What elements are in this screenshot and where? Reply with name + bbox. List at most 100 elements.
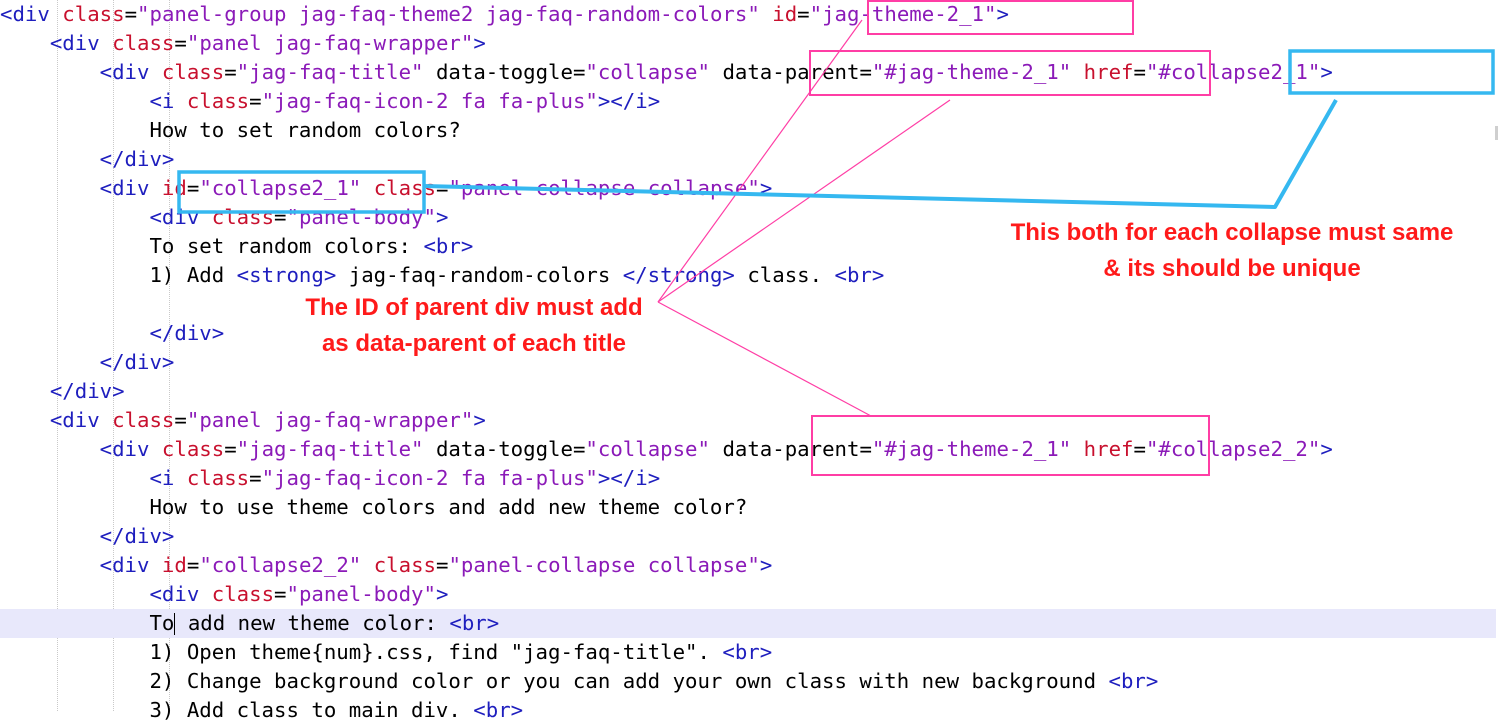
code-line[interactable]: To add new theme color: <br> [0,609,1496,638]
code-token: "panel jag-faq-wrapper" [186,31,474,55]
code-line[interactable]: <div class="panel-body"> [0,580,1496,609]
code-token: <br> [722,640,773,664]
annotation-note-unique: This both for each collapse must same & … [990,215,1474,287]
code-token: <div [99,553,162,577]
code-token: "jag-faq-title" [236,60,424,84]
code-line[interactable] [0,290,1496,319]
code-token: </div> [49,379,125,403]
code-token: class [373,176,436,200]
code-token: class [186,89,250,113]
code-token: class. [734,263,835,287]
code-line[interactable]: <div class="panel jag-faq-wrapper"> [0,29,1496,58]
code-token: <div [49,31,113,55]
code-token: > [473,408,486,432]
code-token: <div [149,582,212,606]
code-token: "#collapse2_2" [1145,437,1321,461]
code-token: 2) Change background color or you can ad… [0,669,1109,693]
code-token: 1) Open theme{num}.css, find "jag-faq-ti… [0,640,723,664]
code-token: class [186,466,250,490]
code-token: <div [49,408,113,432]
code-token: <br> [834,263,885,287]
code-token: <i [149,89,187,113]
code-token: "panel-collapse collapse" [448,176,760,200]
code-token: href [1083,437,1134,461]
code-token: data-toggle= [423,60,586,84]
code-line[interactable]: <div id="collapse2_1" class="panel-colla… [0,174,1496,203]
code-token: </div> [149,321,225,345]
code-token: <br> [449,611,500,635]
code-line[interactable]: <div class="panel jag-faq-wrapper"> [0,406,1496,435]
code-token: > [1320,60,1333,84]
code-token: </div> [99,524,175,548]
code-token: "jag-faq-icon-2 fa fa-plus" [261,466,598,490]
code-line[interactable]: <div class="panel-group jag-faq-theme2 j… [0,0,1496,29]
code-token: <div [0,2,63,26]
code-token: = [1133,437,1146,461]
code-token: 1) Add [0,263,237,287]
code-token: </div> [99,147,175,171]
code-token: id [772,2,798,26]
code-line[interactable]: <div id="collapse2_2" class="panel-colla… [0,551,1496,580]
code-token: = [224,60,237,84]
code-token: <br> [473,698,524,722]
code-editor[interactable]: <div class="panel-group jag-faq-theme2 j… [0,0,1499,722]
code-token: <div [99,60,162,84]
code-token: How to set random colors? [0,118,461,142]
code-line[interactable]: 2) Change background color or you can ad… [0,667,1496,696]
code-line[interactable]: </div> [0,319,1496,348]
code-line[interactable]: How to use theme colors and add new them… [0,493,1496,522]
code-line[interactable]: <div class="jag-faq-title" data-toggle="… [0,435,1496,464]
code-line[interactable]: <div class="jag-faq-title" data-toggle="… [0,58,1496,87]
code-token: href [1083,60,1134,84]
annotation-line: The ID of parent div must add [305,294,643,321]
code-token: > [473,31,486,55]
code-line[interactable]: </div> [0,522,1496,551]
code-token: "collapse" [585,437,710,461]
code-token: </div> [99,350,175,374]
code-token: id [161,176,187,200]
code-token: = [174,408,187,432]
code-line[interactable]: </div> [0,377,1496,406]
code-token: = [186,553,200,577]
code-token: "panel-group jag-faq-theme2 jag-faq-rand… [137,2,760,26]
code-line[interactable]: <i class="jag-faq-icon-2 fa fa-plus"></i… [0,87,1496,116]
code-token: "jag-theme-2_1" [809,2,997,26]
code-token: To set random colors: [0,234,424,258]
code-token: class [112,408,175,432]
code-token: > [759,553,773,577]
code-line[interactable]: </div> [0,348,1496,377]
code-token: = [224,437,237,461]
code-line[interactable]: </div> [0,145,1496,174]
code-line[interactable]: <i class="jag-faq-icon-2 fa fa-plus"></i… [0,464,1496,493]
code-token: </strong> [622,263,735,287]
scrollbar-marker[interactable] [1495,126,1498,140]
code-token: jag-faq-random-colors [336,263,623,287]
annotation-note-parent: The ID of parent div must add as data-pa… [282,290,666,362]
code-token: > [435,205,449,229]
code-line[interactable]: How to set random colors? [0,116,1496,145]
code-token: ></i> [597,466,661,490]
code-token: ></i> [597,89,661,113]
code-token: class [62,2,125,26]
code-token: = [249,89,262,113]
code-token: class [161,437,225,461]
code-token: class [211,205,275,229]
code-line[interactable]: 1) Open theme{num}.css, find "jag-faq-ti… [0,638,1496,667]
code-token: <br> [1108,669,1159,693]
code-token: = [435,176,449,200]
